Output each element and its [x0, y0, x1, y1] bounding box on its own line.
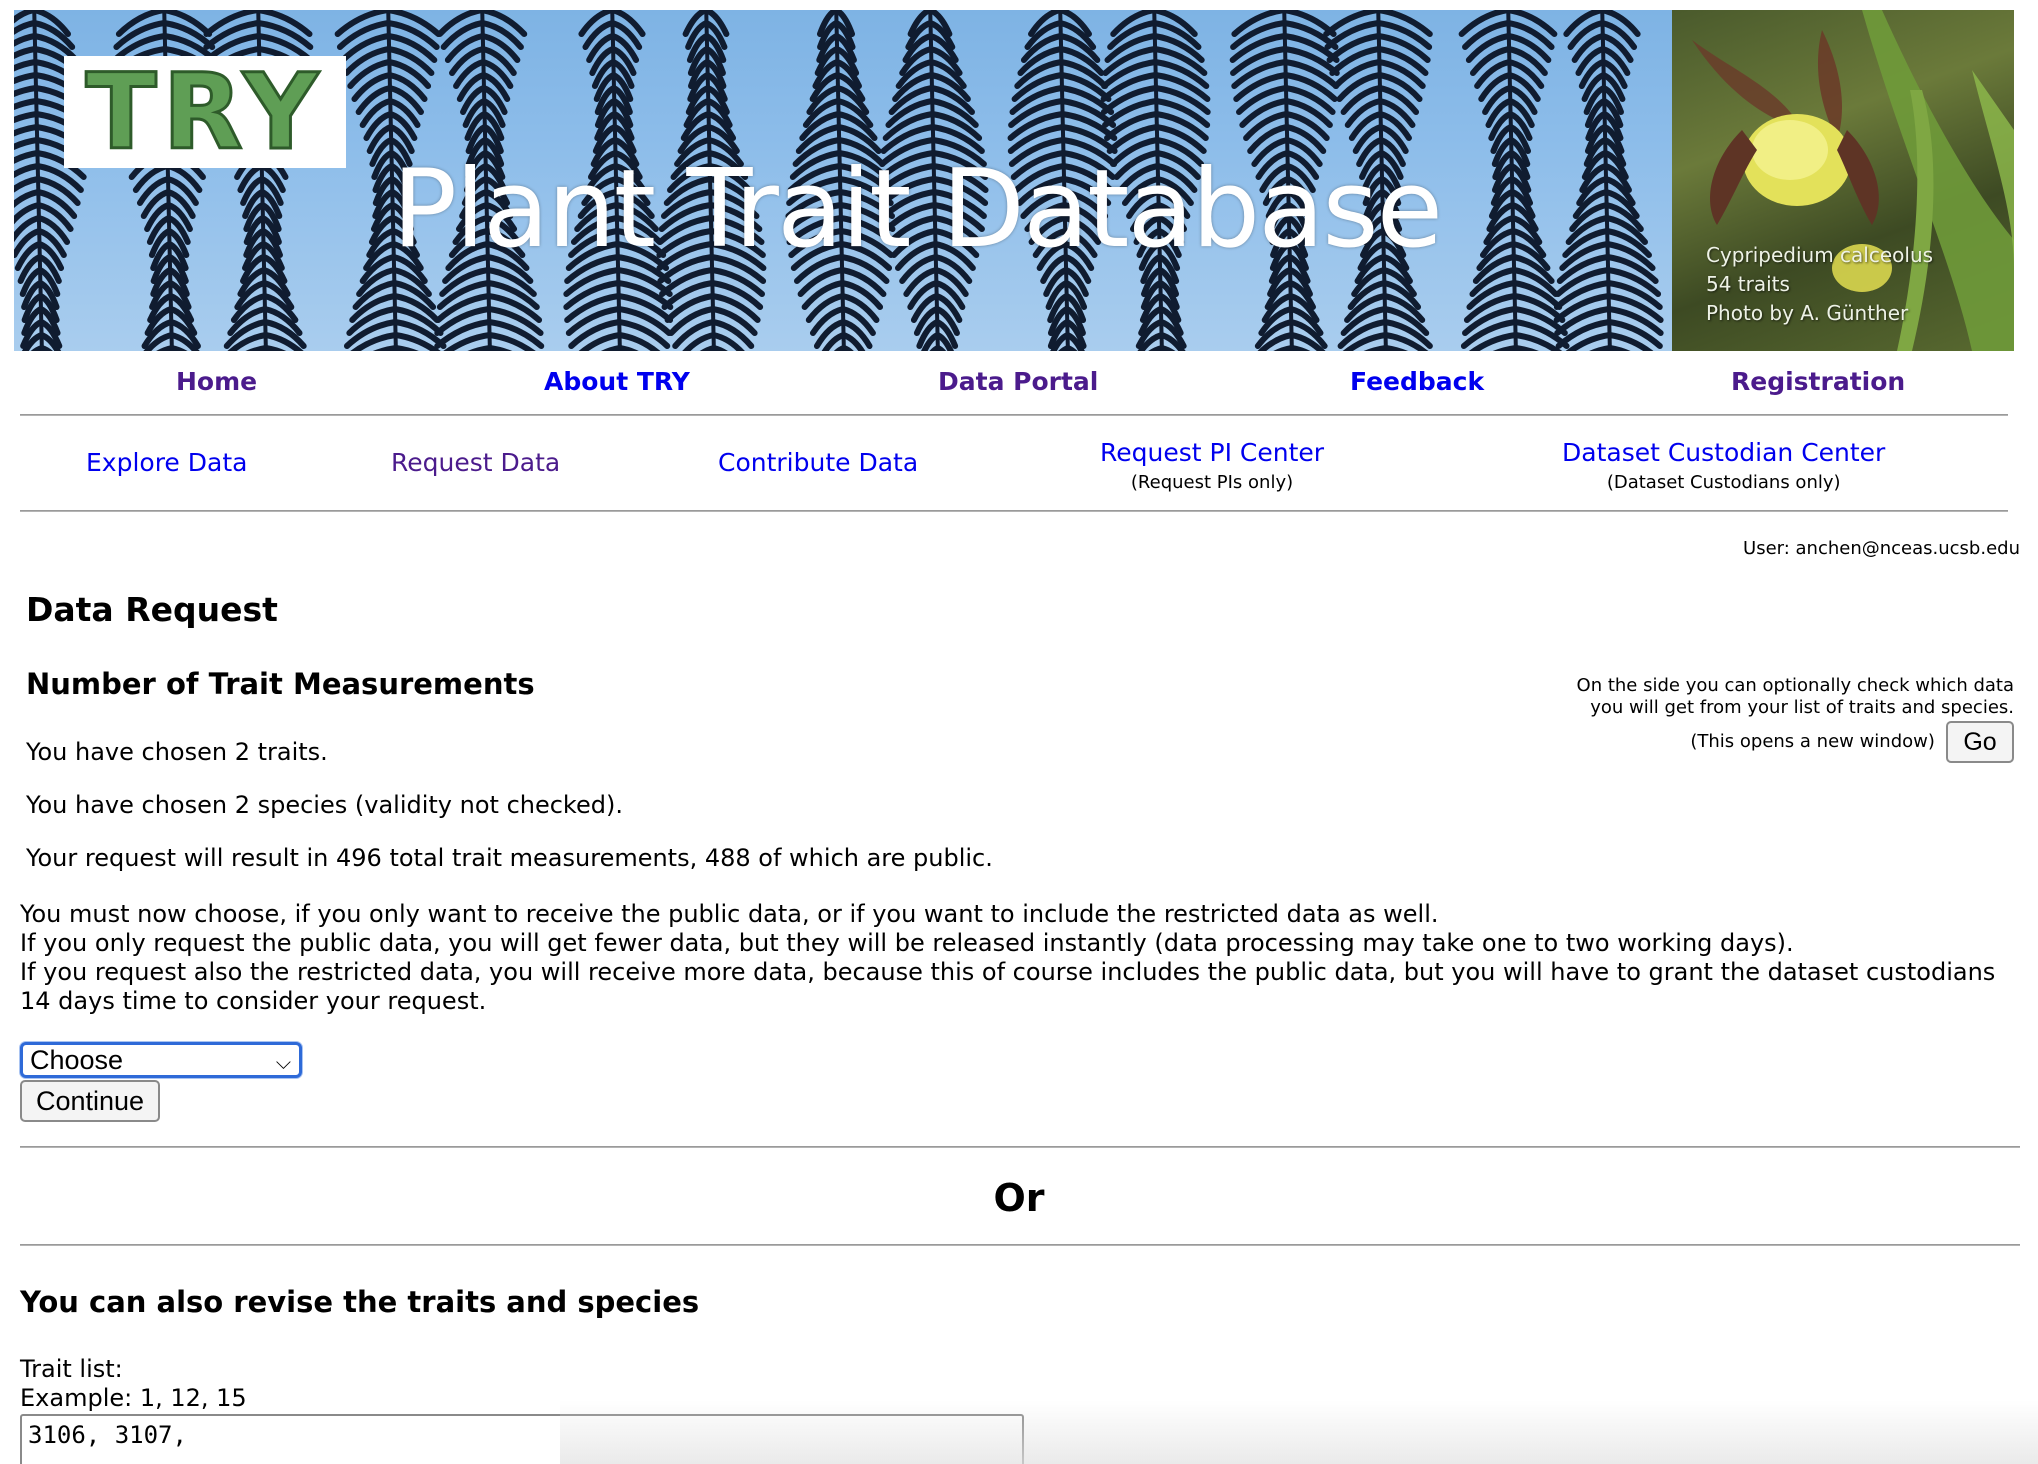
trait-list-example: Example: 1, 12, 15 [20, 1384, 247, 1412]
nav-about-try[interactable]: About TRY [544, 362, 690, 402]
fern-frond [1458, 10, 1570, 351]
data-scope-select[interactable]: Choose ⌵ [20, 1042, 302, 1078]
subnav-explore-data[interactable]: Explore Data [86, 442, 247, 484]
subnav-item-pi-center: Request PI Center (Request PIs only) [1100, 432, 1324, 492]
new-window-note: (This opens a new window) [1690, 731, 1935, 752]
logo-text: TRY [84, 51, 325, 173]
traits-chosen-text: You have chosen 2 traits. [26, 738, 328, 766]
side-line-1: On the side you can optionally check whi… [1576, 675, 2014, 696]
choice-explanation: You must now choose, if you only want to… [20, 900, 2020, 1016]
measurements-heading: Number of Trait Measurements [26, 667, 535, 701]
choice-line: 14 days time to consider your request. [20, 987, 487, 1015]
subnav-custodian-note: (Dataset Custodians only) [1606, 472, 1841, 493]
nav-home[interactable]: Home [176, 362, 257, 402]
subnav-pi-note: (Request PIs only) [1130, 472, 1294, 493]
user-info: User: anchen@nceas.ucsb.edu [1743, 538, 2020, 559]
site-banner: TRY Plant Trait Database Cypripedium cal… [14, 10, 2014, 351]
trait-list-label: Trait list: [20, 1355, 123, 1383]
subnav-item-custodian-center: Dataset Custodian Center (Dataset Custod… [1562, 432, 1885, 492]
nav-registration[interactable]: Registration [1731, 362, 1905, 402]
go-button[interactable]: Go [1946, 721, 2014, 763]
page-title: Data Request [26, 590, 278, 629]
photo-credit: Photo by A. Günther [1706, 301, 1909, 325]
continue-button[interactable]: Continue [20, 1080, 160, 1122]
subnav-dataset-custodian-center[interactable]: Dataset Custodian Center [1562, 432, 1885, 474]
section-divider-bottom [20, 1244, 2020, 1246]
sub-nav: Explore Data Request Data Contribute Dat… [0, 432, 2020, 496]
or-separator: Or [993, 1176, 1045, 1220]
choice-line: If you only request the public data, you… [20, 929, 1794, 957]
fern-frond [1553, 10, 1664, 351]
subnav-request-data[interactable]: Request Data [391, 442, 560, 484]
section-divider-top [20, 1146, 2020, 1148]
choice-line: If you request also the restricted data,… [20, 958, 1996, 986]
trait-list-textarea[interactable]: 3106, 3107, [20, 1414, 1024, 1464]
nav-divider [20, 414, 2008, 416]
banner-orchid-photo: Cypripedium calceolus 54 traits Photo by… [1672, 10, 2014, 351]
photo-trait-count: 54 traits [1706, 272, 1790, 296]
subnav-item-explore: Explore Data [86, 442, 247, 484]
species-chosen-text: You have chosen 2 species (validity not … [26, 791, 623, 819]
result-summary-text: Your request will result in 496 total tr… [26, 844, 993, 872]
subnav-contribute-data[interactable]: Contribute Data [718, 442, 918, 484]
side-line-2: you will get from your list of traits an… [1590, 697, 2014, 718]
main-nav: Home About TRY Data Portal Feedback Regi… [0, 362, 2020, 406]
banner-title: Plant Trait Database [392, 147, 1443, 272]
choice-line: You must now choose, if you only want to… [20, 900, 1439, 928]
photo-caption: Cypripedium calceolus 54 traits Photo by… [1706, 241, 1933, 328]
subnav-divider [20, 510, 2008, 512]
side-check-box: On the side you can optionally check whi… [1577, 675, 2014, 719]
subnav-item-request: Request Data [391, 442, 560, 484]
side-go-row: (This opens a new window) Go [1690, 720, 2014, 764]
nav-data-portal[interactable]: Data Portal [938, 362, 1098, 402]
subnav-request-pi-center[interactable]: Request PI Center [1100, 432, 1324, 474]
revise-heading: You can also revise the traits and speci… [20, 1285, 700, 1319]
subnav-item-contribute: Contribute Data [718, 442, 918, 484]
select-value: Choose [30, 1045, 124, 1075]
try-logo: TRY [64, 51, 346, 173]
nav-feedback[interactable]: Feedback [1350, 362, 1484, 402]
chevron-down-icon: ⌵ [275, 1052, 291, 1074]
banner-fern-image: TRY Plant Trait Database [14, 10, 1672, 351]
photo-species: Cypripedium calceolus [1706, 243, 1934, 267]
